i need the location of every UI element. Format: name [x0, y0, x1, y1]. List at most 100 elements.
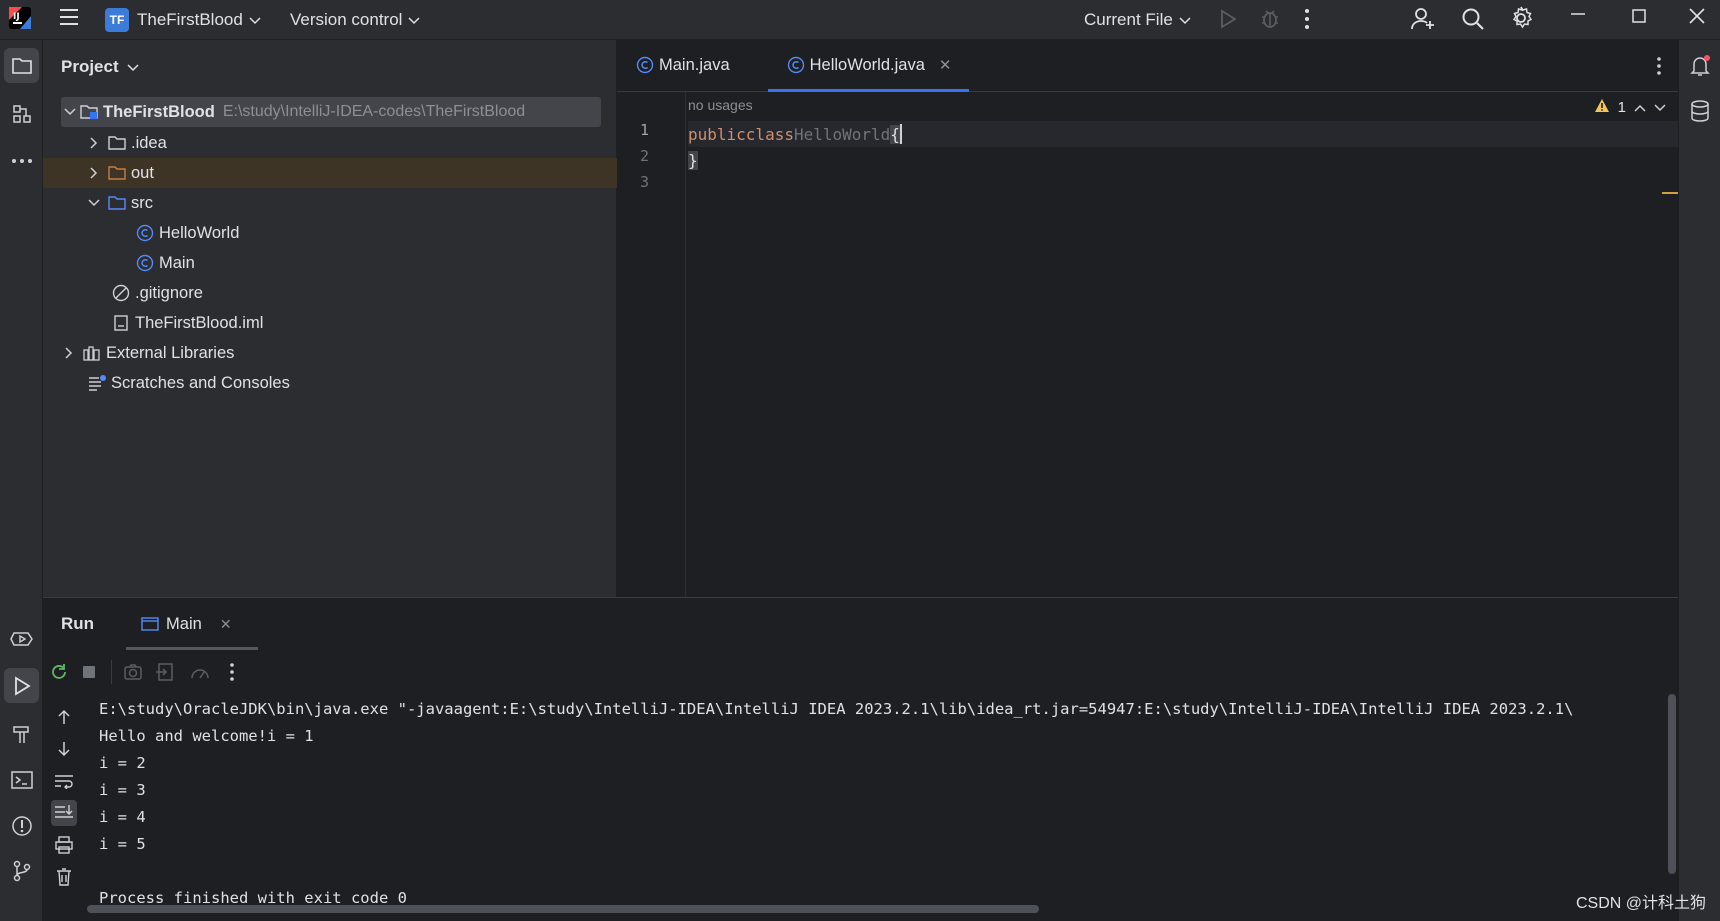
run-tab-label: Main	[166, 614, 202, 633]
run-configuration-selector[interactable]: Current File	[1084, 3, 1191, 37]
tree-root-theFirstBlood[interactable]: TheFirstBlood E:\study\IntelliJ-IDEA-cod…	[61, 97, 601, 127]
code-line-2: }	[688, 147, 698, 173]
watermark-text: CSDN @计科土狗	[1575, 895, 1706, 912]
tree-item-label: Main	[159, 253, 195, 272]
exit-icon[interactable]	[155, 662, 175, 687]
more-actions-icon[interactable]	[229, 662, 235, 687]
run-tab-main[interactable]: Main ✕	[124, 598, 258, 650]
notifications-bell-icon[interactable]	[1682, 48, 1717, 83]
source-folder-icon	[107, 193, 127, 213]
console-line: Hello and welcome!i = 1	[99, 727, 314, 745]
console-output[interactable]: E:\study\OracleJDK\bin\java.exe "-javaag…	[87, 694, 1678, 921]
tree-item-gitignore[interactable]: .gitignore	[43, 278, 617, 308]
tab-helloworld-java[interactable]: HelloWorld.java ✕	[767, 39, 970, 92]
project-tool-button[interactable]	[4, 48, 39, 83]
structure-tool-button[interactable]	[4, 96, 39, 131]
scratches-icon	[87, 373, 107, 393]
close-tab-icon[interactable]: ✕	[939, 56, 952, 74]
module-file-icon	[111, 313, 131, 333]
run-panel-title: Run	[61, 614, 95, 633]
horizontal-scrollbar[interactable]	[87, 905, 1039, 913]
editor-tab-bar: Main.java HelloWorld.java ✕	[617, 40, 1678, 92]
project-panel-header[interactable]: Project	[43, 40, 616, 94]
chevron-down-icon	[408, 10, 420, 30]
scroll-up-icon[interactable]	[51, 704, 77, 730]
chevron-down-icon	[1179, 10, 1191, 30]
tree-item-scratches[interactable]: Scratches and Consoles	[43, 368, 617, 398]
project-name: TheFirstBlood	[137, 10, 243, 29]
usage-hint[interactable]: no usages	[688, 97, 753, 113]
tree-item-iml[interactable]: TheFirstBlood.iml	[43, 308, 617, 338]
version-control-menu[interactable]: Version control	[290, 3, 420, 37]
close-window-icon[interactable]	[1688, 7, 1706, 25]
tree-item-label: .gitignore	[135, 283, 203, 302]
stop-icon[interactable]	[80, 663, 98, 686]
project-switcher[interactable]: TF TheFirstBlood	[105, 3, 261, 37]
previous-highlight-icon[interactable]	[1634, 99, 1646, 116]
chevron-down-icon[interactable]	[61, 108, 79, 116]
tree-item-label: Scratches and Consoles	[111, 373, 290, 392]
inspection-widget[interactable]: 1	[1594, 98, 1666, 117]
tree-item-src[interactable]: src	[43, 188, 617, 218]
build-hammer-icon[interactable]	[4, 716, 39, 751]
vertical-scrollbar[interactable]	[1668, 694, 1676, 874]
code-line-1: public class HelloWorld {	[688, 121, 1678, 147]
close-tab-icon[interactable]: ✕	[220, 616, 232, 633]
maximize-window-icon[interactable]	[1631, 8, 1647, 24]
run-config-label: Current File	[1084, 10, 1173, 29]
print-icon[interactable]	[51, 832, 77, 858]
tree-item-label: src	[131, 193, 153, 212]
database-tool-icon[interactable]	[1682, 93, 1717, 128]
services-tool-button[interactable]	[4, 621, 39, 656]
tree-item-label: TheFirstBlood.iml	[135, 313, 264, 332]
git-branch-icon[interactable]	[4, 853, 39, 888]
tree-item-out[interactable]: out	[43, 158, 617, 188]
chevron-down-icon	[249, 10, 261, 30]
rerun-icon[interactable]	[49, 662, 69, 687]
soft-wrap-icon[interactable]	[51, 768, 77, 794]
tree-item-label: out	[131, 163, 154, 182]
intellij-logo-icon[interactable]: IJ	[8, 6, 32, 32]
run-tool-button[interactable]	[4, 668, 39, 703]
chevron-right-icon[interactable]	[85, 167, 103, 179]
main-menu-icon[interactable]	[58, 6, 80, 28]
next-highlight-icon[interactable]	[1654, 99, 1666, 116]
camera-icon[interactable]	[123, 662, 143, 687]
tree-item-external-libraries[interactable]: External Libraries	[43, 338, 617, 368]
terminal-tool-button[interactable]	[4, 762, 39, 797]
minimize-window-icon[interactable]	[1570, 12, 1586, 16]
search-icon[interactable]	[1460, 6, 1486, 32]
tree-item-main[interactable]: Main	[43, 248, 617, 278]
profiler-icon[interactable]	[189, 662, 211, 687]
tree-item-helloworld[interactable]: HelloWorld	[43, 218, 617, 248]
clear-trash-icon[interactable]	[51, 864, 77, 890]
class-name: HelloWorld	[793, 124, 891, 144]
code-editor[interactable]: no usages 1 public class HelloWorld { }	[688, 92, 1678, 597]
ignore-file-icon	[111, 283, 131, 303]
run-side-toolbar	[43, 694, 83, 921]
chevron-down-icon[interactable]	[85, 199, 103, 207]
debug-icon[interactable]	[1259, 7, 1281, 31]
project-badge: TF	[105, 8, 129, 32]
problems-tool-button[interactable]	[4, 808, 39, 843]
tab-label: HelloWorld.java	[809, 55, 925, 74]
add-user-icon[interactable]	[1410, 6, 1436, 32]
scroll-to-end-icon[interactable]	[51, 800, 77, 826]
text-caret	[899, 124, 902, 144]
tab-main-java[interactable]: Main.java	[617, 39, 768, 91]
console-line: i = 4	[99, 808, 146, 826]
run-icon[interactable]	[1218, 8, 1238, 30]
scroll-down-icon[interactable]	[51, 736, 77, 762]
version-control-label: Version control	[290, 10, 403, 29]
line-number: 1	[639, 121, 649, 139]
settings-gear-icon[interactable]	[1508, 5, 1534, 31]
more-tools-icon[interactable]	[4, 143, 39, 178]
tree-item-idea[interactable]: .idea	[43, 128, 617, 158]
run-panel-header: Run Main ✕	[43, 598, 1678, 650]
chevron-right-icon[interactable]	[60, 347, 78, 359]
warning-icon	[1594, 98, 1610, 117]
tab-actions-more-icon[interactable]	[1656, 56, 1662, 81]
chevron-right-icon[interactable]	[85, 137, 103, 149]
more-actions-icon[interactable]	[1302, 8, 1312, 30]
run-toolbar	[43, 650, 343, 694]
